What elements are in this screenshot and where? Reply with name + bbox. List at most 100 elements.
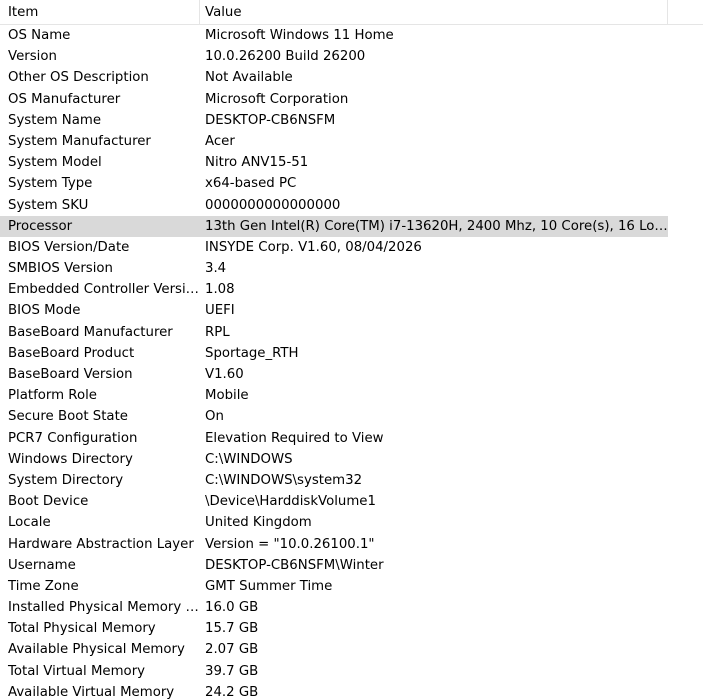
table-row[interactable]: Secure Boot State On	[0, 406, 703, 427]
table-row[interactable]: BaseBoard Version V1.60	[0, 364, 703, 385]
row-value-cell: GMT Summer Time	[205, 578, 333, 594]
column-header-filler	[668, 0, 703, 24]
table-row[interactable]: Total Virtual Memory 39.7 GB	[0, 661, 703, 682]
row-item-cell: BIOS Version/Date	[8, 239, 130, 255]
row-item-cell: System Model	[8, 155, 102, 171]
row-item-cell: Other OS Description	[8, 70, 149, 86]
table-row[interactable]: Total Physical Memory 15.7 GB	[0, 618, 703, 639]
table-row[interactable]: PCR7 Configuration Elevation Required to …	[0, 428, 703, 449]
row-filler	[668, 173, 703, 194]
table-row[interactable]: Hardware Abstraction Layer Version = "10.…	[0, 534, 703, 555]
table-row[interactable]: Version 10.0.26200 Build 26200	[0, 46, 703, 67]
table-row[interactable]: Embedded Controller Version 1.08	[0, 279, 703, 300]
row-item-cell: BaseBoard Product	[8, 345, 135, 361]
row-item-cell: Locale	[8, 515, 51, 531]
table-row[interactable]: Username DESKTOP-CB6NSFM\Winter	[0, 555, 703, 576]
row-filler	[668, 470, 703, 491]
row-filler	[668, 215, 703, 237]
row-filler	[668, 661, 703, 682]
row-filler	[668, 131, 703, 152]
row-filler	[668, 491, 703, 512]
row-value-cell: Not Available	[205, 70, 293, 86]
table-row[interactable]: System Model Nitro ANV15-51	[0, 152, 703, 173]
row-value-cell: C:\WINDOWS\system32	[205, 472, 363, 488]
row-value-cell: 2.07 GB	[205, 642, 259, 658]
row-item-cell: System SKU	[8, 197, 89, 213]
row-value-cell: 0000000000000000	[205, 197, 341, 213]
row-item-cell: Available Virtual Memory	[8, 684, 175, 699]
table-row[interactable]: System Directory C:\WINDOWS\system32	[0, 470, 703, 491]
row-filler	[668, 46, 703, 67]
row-filler	[668, 258, 703, 279]
table-row[interactable]: System SKU 0000000000000000	[0, 195, 703, 216]
row-item-cell: OS Name	[8, 28, 71, 43]
table-row[interactable]: OS Name Microsoft Windows 11 Home	[0, 25, 703, 46]
table-row[interactable]: System Type x64-based PC	[0, 173, 703, 194]
row-value-cell: RPL	[205, 324, 230, 340]
row-filler	[668, 534, 703, 555]
row-value-cell: C:\WINDOWS	[205, 451, 293, 467]
row-filler	[668, 385, 703, 406]
table-row[interactable]: BaseBoard Manufacturer RPL	[0, 322, 703, 343]
row-filler	[668, 364, 703, 385]
table-row[interactable]: Boot Device \Device\HarddiskVolume1	[0, 491, 703, 512]
row-item-cell: Windows Directory	[8, 451, 133, 467]
table-row[interactable]: BIOS Version/Date INSYDE Corp. V1.60, 08/…	[0, 237, 703, 258]
row-filler	[668, 618, 703, 639]
table-row[interactable]: Available Virtual Memory 24.2 GB	[0, 682, 703, 699]
row-filler	[668, 25, 703, 46]
row-item-cell: BaseBoard Manufacturer	[8, 324, 173, 340]
row-value-cell: 15.7 GB	[205, 621, 259, 637]
row-value-cell: 39.7 GB	[205, 663, 259, 679]
row-value-cell: United Kingdom	[205, 515, 312, 531]
row-value-cell: 1.08	[205, 282, 235, 298]
table-row[interactable]: Time Zone GMT Summer Time	[0, 576, 703, 597]
table-row[interactable]: SMBIOS Version 3.4	[0, 258, 703, 279]
row-value-cell: 3.4	[205, 261, 227, 277]
row-filler	[668, 300, 703, 321]
row-item-cell: Version	[8, 49, 57, 65]
row-item-cell: System Name	[8, 112, 102, 128]
table-row[interactable]: OS Manufacturer Microsoft Corporation	[0, 89, 703, 110]
row-filler	[668, 343, 703, 364]
table-row[interactable]: Processor 13th Gen Intel(R) Core(TM) i7-1…	[0, 215, 703, 237]
row-item-cell: OS Manufacturer	[8, 91, 121, 107]
row-filler	[668, 597, 703, 618]
row-value-cell: Elevation Required to View	[205, 430, 384, 446]
row-filler	[668, 639, 703, 660]
table-row[interactable]: Available Physical Memory 2.07 GB	[0, 639, 703, 660]
row-value-cell: UEFI	[205, 303, 235, 319]
row-item-cell: Embedded Controller Version	[8, 282, 200, 298]
column-header-item[interactable]: Item	[0, 0, 200, 24]
table-row[interactable]: System Manufacturer Acer	[0, 131, 703, 152]
row-filler	[668, 195, 703, 216]
row-item-cell: SMBIOS Version	[8, 261, 113, 277]
row-filler	[668, 110, 703, 131]
table-row[interactable]: BIOS Mode UEFI	[0, 300, 703, 321]
row-value-cell: x64-based PC	[205, 176, 297, 192]
list-header: Item Value	[0, 0, 703, 25]
row-value-cell: Mobile	[205, 388, 249, 404]
table-row[interactable]: BaseBoard Product Sportage_RTH	[0, 343, 703, 364]
table-row[interactable]: Locale United Kingdom	[0, 512, 703, 533]
table-row[interactable]: Windows Directory C:\WINDOWS	[0, 449, 703, 470]
table-row[interactable]: Other OS Description Not Available	[0, 67, 703, 88]
row-filler	[668, 682, 703, 699]
row-item-cell: Processor	[8, 218, 73, 234]
table-row[interactable]: System Name DESKTOP-CB6NSFM	[0, 110, 703, 131]
row-filler	[668, 512, 703, 533]
row-value-cell: \Device\HarddiskVolume1	[205, 494, 376, 510]
row-item-cell: Secure Boot State	[8, 409, 128, 425]
row-filler	[668, 89, 703, 110]
row-filler	[668, 322, 703, 343]
row-value-cell: Microsoft Corporation	[205, 91, 349, 107]
row-filler	[668, 406, 703, 427]
row-item-cell: Boot Device	[8, 494, 89, 510]
row-item-cell: System Manufacturer	[8, 133, 151, 149]
list-rows: OS Name Microsoft Windows 11 Home Version 1…	[0, 25, 703, 699]
system-summary-list[interactable]: Item Value OS Name Microsoft Windows 11 H…	[0, 0, 703, 699]
row-item-cell: Time Zone	[8, 578, 79, 594]
column-header-value[interactable]: Value	[200, 0, 668, 24]
table-row[interactable]: Installed Physical Memory (RA... 16.0 GB	[0, 597, 703, 618]
table-row[interactable]: Platform Role Mobile	[0, 385, 703, 406]
